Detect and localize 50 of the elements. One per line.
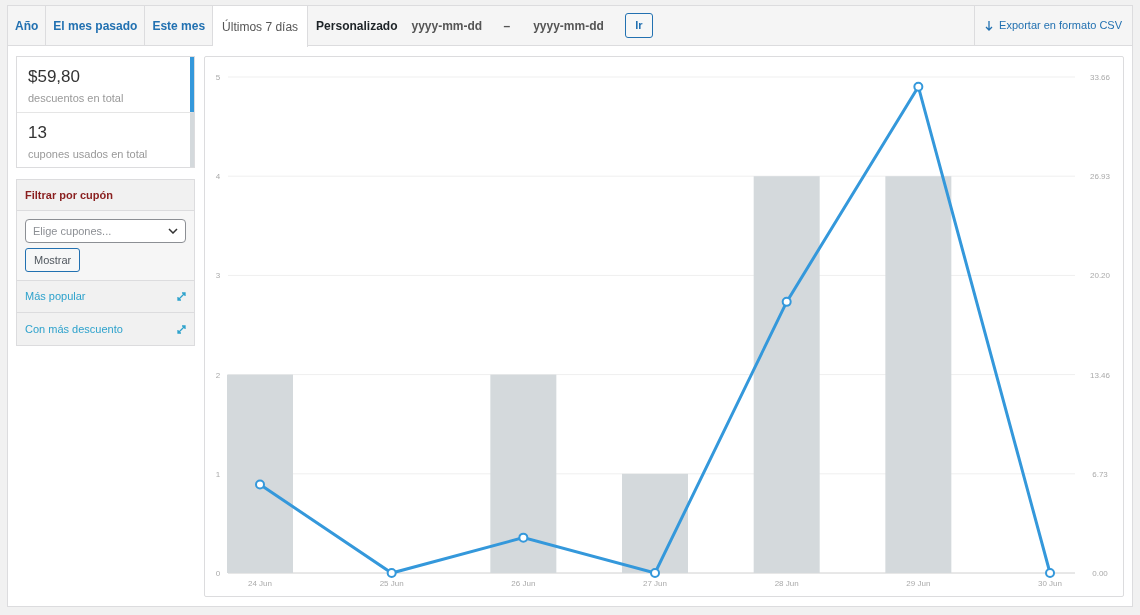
end-date-field[interactable]: yyyy-mm-dd	[533, 6, 624, 45]
range-tab[interactable]: Año	[8, 6, 47, 45]
data-point	[1045, 568, 1055, 578]
axis-label: 20.20	[1090, 271, 1110, 281]
show-button[interactable]: Mostrar	[25, 248, 81, 272]
section-toggle[interactable]: Más popular	[17, 281, 194, 313]
section-toggle[interactable]: Con más descuento	[17, 313, 194, 345]
axis-label: 24 Jun	[248, 579, 272, 588]
coupon-select[interactable]: Elige cupones...	[25, 219, 186, 243]
axis-label: 6.73	[1092, 469, 1108, 479]
axis-label: 13.46	[1090, 370, 1110, 380]
legend-label: cupones usados en total	[28, 147, 149, 162]
axis-label: 26 Jun	[511, 579, 536, 588]
chevron-down-icon	[168, 228, 178, 234]
data-point	[913, 81, 924, 92]
data-point	[386, 568, 397, 578]
axis-label: 26.93	[1090, 172, 1110, 182]
go-button[interactable]: Ir	[625, 13, 653, 38]
axis-label: 0.00	[1092, 569, 1108, 578]
download-arrow-icon	[985, 20, 994, 31]
axis-label: 5	[215, 73, 221, 82]
axis-label: 29 Jun	[906, 579, 931, 588]
legend-value: 13	[28, 123, 48, 143]
range-tab[interactable]: El mes pasado	[46, 6, 146, 45]
axis-label: 3	[215, 271, 221, 281]
axis-label: 30 Jun	[1038, 579, 1063, 588]
axis-label: 33.66	[1090, 73, 1110, 82]
start-date-field[interactable]: yyyy-mm-dd	[411, 6, 502, 45]
legend-item[interactable]: $59,80 descuentos en total	[17, 57, 194, 112]
data-point	[650, 568, 660, 578]
axis-label: 4	[215, 172, 221, 182]
expand-icon	[177, 324, 186, 334]
axis-label: 0	[215, 569, 221, 578]
legend-value: $59,80	[28, 67, 81, 87]
axis-label: 28 Jun	[774, 579, 799, 588]
axis-label: 27 Jun	[643, 579, 668, 588]
expand-icon	[177, 292, 186, 301]
legend-label: descuentos en total	[28, 91, 125, 106]
export-csv-button[interactable]: Exportar en formato CSV	[974, 6, 1132, 45]
data-point	[255, 479, 265, 490]
data-point	[518, 532, 529, 543]
custom-range-label: Personalizado	[316, 17, 398, 35]
axis-label: 1	[215, 469, 221, 479]
range-separator: –	[503, 17, 511, 35]
legend-item[interactable]: 13 cupones usados en total	[17, 112, 194, 167]
axis-label: 2	[215, 370, 221, 380]
filter-title: Filtrar por cupón	[25, 187, 113, 203]
data-point	[781, 296, 792, 307]
range-tab[interactable]: Últimos 7 días	[213, 6, 309, 47]
axis-label: 25 Jun	[379, 579, 404, 588]
